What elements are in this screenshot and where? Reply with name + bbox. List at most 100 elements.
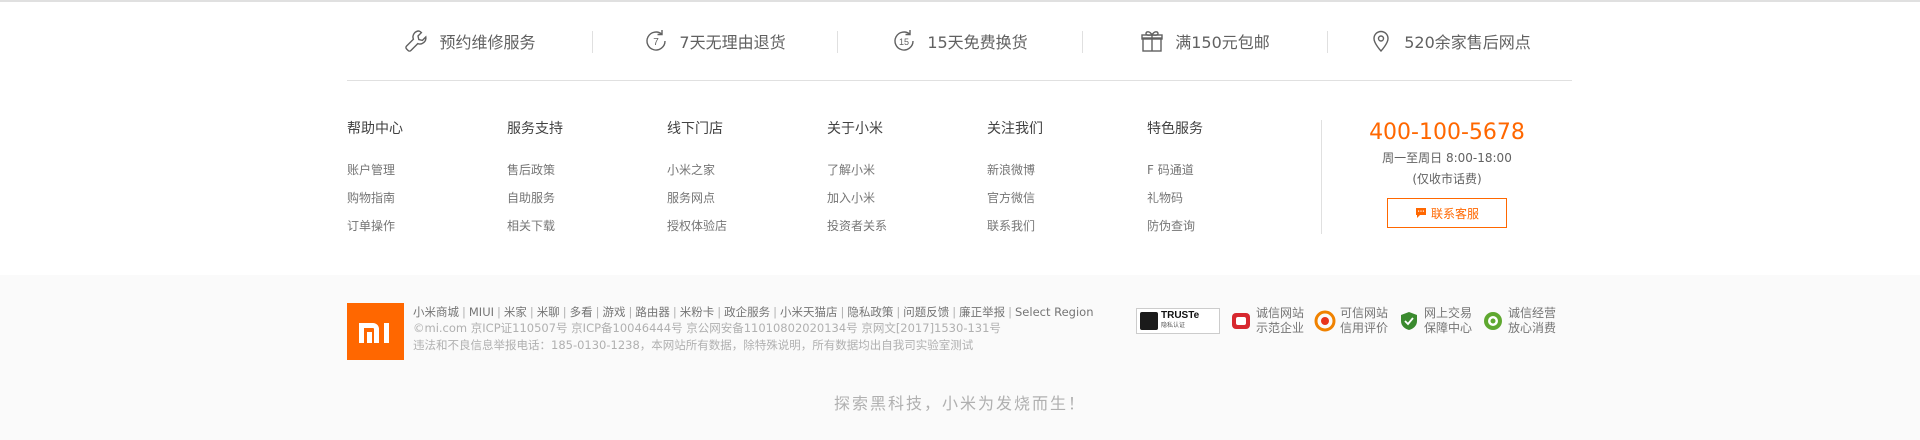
trusted-site-icon — [1314, 310, 1336, 332]
icp-license: ©mi.com 京ICP证110507号 京ICP备10046444号 京公网安… — [413, 321, 1001, 335]
link-column-special: 特色服务 F 码通道 礼物码 防伪查询 — [1147, 120, 1307, 246]
service-label: 7天无理由退货 — [679, 33, 786, 52]
service-outlets[interactable]: 520余家售后网点 — [1327, 22, 1572, 60]
badge-line: 信用评价 — [1340, 321, 1389, 335]
site-link[interactable]: 廉正举报 — [959, 305, 1005, 319]
footer-link[interactable]: 售后政策 — [507, 162, 667, 178]
footer-link[interactable]: 礼物码 — [1147, 190, 1307, 206]
badge-online-trade[interactable]: 网上交易 保障中心 — [1398, 306, 1472, 336]
service-fee-note: (仅收市话费) — [1412, 172, 1482, 186]
service-divider — [347, 80, 1572, 81]
site-links: 小米商城 | MIUI | 米家 | 米聊 | 多看 | 游戏 | 路由器 | 米粉卡 | 政企服务 | 小米天猫店… — [413, 305, 1094, 319]
badge-line: 诚信网站 — [1256, 306, 1305, 320]
footer-link[interactable]: 小米之家 — [667, 162, 827, 178]
slogan: 探索黑科技，小米为发烧而生！ — [833, 394, 1086, 413]
site-link[interactable]: 米家 — [504, 305, 527, 319]
footer-link[interactable]: 加入小米 — [827, 190, 987, 206]
site-link[interactable]: 隐私政策 — [847, 305, 893, 319]
site-link[interactable]: 政企服务 — [724, 305, 770, 319]
column-title: 关注我们 — [987, 121, 1043, 137]
contact-service-button[interactable]: 联系客服 — [1387, 198, 1507, 228]
site-link-select-region[interactable]: Select Region — [1015, 305, 1094, 319]
footer-link[interactable]: 相关下载 — [507, 218, 667, 234]
link-column-about: 关于小米 了解小米 加入小米 投资者关系 — [827, 120, 987, 246]
footer-links: 帮助中心 账户管理 购物指南 订单操作 服务支持 售后政策 自助服务 相关下载 … — [347, 120, 1307, 246]
link-column-follow: 关注我们 新浪微博 官方微信 联系我们 — [987, 120, 1147, 246]
svg-text:15: 15 — [899, 37, 909, 47]
footer-link[interactable]: 购物指南 — [347, 190, 507, 206]
footer-link[interactable]: 联系我们 — [987, 218, 1147, 234]
footer-link[interactable]: 订单操作 — [347, 218, 507, 234]
service-return[interactable]: 7 7天无理由退货 — [592, 22, 837, 60]
service-label: 满150元包邮 — [1175, 33, 1270, 52]
mi-logo[interactable] — [347, 303, 404, 360]
trust-badges: TRUSTe 隐私认证 诚信网站 示范企业 可信网站 信用评价 网上交易 保障中心 诚信… — [1136, 306, 1566, 336]
site-link[interactable]: 米聊 — [537, 305, 560, 319]
footer-link[interactable]: 新浪微博 — [987, 162, 1147, 178]
link-column-stores: 线下门店 小米之家 服务网点 授权体验店 — [667, 120, 827, 246]
site-link[interactable]: 多看 — [570, 305, 593, 319]
truste-badge[interactable]: TRUSTe 隐私认证 — [1136, 308, 1220, 334]
footer-link[interactable]: F 码通道 — [1147, 162, 1307, 178]
truste-seal-icon — [1140, 312, 1158, 330]
footer-link[interactable]: 服务网点 — [667, 190, 827, 206]
link-column-support: 服务支持 售后政策 自助服务 相关下载 — [507, 120, 667, 246]
footer-link[interactable]: 了解小米 — [827, 162, 987, 178]
footer-link[interactable]: 自助服务 — [507, 190, 667, 206]
mi-logo-icon — [358, 322, 389, 343]
contact-button-label: 联系客服 — [1430, 206, 1479, 221]
column-title: 线下门店 — [667, 121, 723, 137]
badge-line: 可信网站 — [1340, 306, 1389, 320]
chat-bubble-icon — [1415, 208, 1426, 218]
site-link[interactable]: 问题反馈 — [903, 305, 949, 319]
site-link[interactable]: 米粉卡 — [680, 305, 715, 319]
integrity-seal-icon — [1232, 313, 1250, 329]
column-title: 关于小米 — [827, 121, 883, 137]
site-link[interactable]: 游戏 — [603, 305, 626, 319]
service-label: 15天免费换货 — [927, 33, 1028, 52]
footer-bottom: 小米商城 | MIUI | 米家 | 米聊 | 多看 | 游戏 | 路由器 | 米粉卡 | 政企服务 | 小米天猫店… — [0, 275, 1920, 440]
service-bar: 预约维修服务 7 7天无理由退货 15 15天免费换货 满150元包邮 520余… — [347, 22, 1572, 60]
site-info: 小米商城 | MIUI | 米家 | 米聊 | 多看 | 游戏 | 路由器 | 米粉卡 | 政企服务 | 小米天猫店… — [413, 304, 1113, 354]
service-label: 520余家售后网点 — [1404, 33, 1531, 52]
footer-link[interactable]: 防伪查询 — [1147, 218, 1307, 234]
site-link[interactable]: 小米天猫店 — [780, 305, 838, 319]
footer-link[interactable]: 授权体验店 — [667, 218, 827, 234]
fifteen-day-exchange-icon: 15 — [894, 30, 915, 51]
hotline-number: 400-100-5678 — [1369, 120, 1525, 145]
service-label: 预约维修服务 — [439, 33, 536, 52]
shield-icon — [1401, 312, 1418, 330]
laurel-seal-icon — [1484, 312, 1503, 330]
service-repair[interactable]: 预约维修服务 — [347, 22, 592, 60]
site-link[interactable]: 小米商城 — [413, 305, 459, 319]
badge-honest-business[interactable]: 诚信经营 放心消费 — [1482, 306, 1556, 336]
contact-panel: 400-100-5678 周一至周日 8:00-18:00 (仅收市话费) 联系… — [1321, 120, 1572, 234]
location-pin-icon — [1373, 30, 1389, 53]
column-title: 帮助中心 — [347, 121, 403, 137]
truste-sub-label: 隐私认证 — [1161, 323, 1186, 329]
badge-line: 诚信经营 — [1508, 306, 1557, 320]
footer-link[interactable]: 官方微信 — [987, 190, 1147, 206]
badge-line: 网上交易 — [1424, 306, 1473, 320]
top-divider — [0, 0, 1920, 2]
report-notice: 违法和不良信息举报电话：185-0130-1238，本网站所有数据，除特殊说明，… — [413, 338, 974, 352]
footer-link[interactable]: 账户管理 — [347, 162, 507, 178]
badge-integrity-site[interactable]: 诚信网站 示范企业 — [1230, 306, 1304, 336]
badge-line: 示范企业 — [1256, 321, 1305, 335]
badge-line: 保障中心 — [1424, 321, 1473, 335]
link-column-help: 帮助中心 账户管理 购物指南 订单操作 — [347, 120, 507, 246]
site-link[interactable]: MIUI — [469, 305, 494, 319]
service-free-shipping[interactable]: 满150元包邮 — [1082, 22, 1327, 60]
site-link[interactable]: 路由器 — [635, 305, 670, 319]
footer-link[interactable]: 投资者关系 — [827, 218, 987, 234]
gift-icon — [1141, 31, 1163, 52]
column-title: 服务支持 — [507, 121, 563, 137]
svg-text:7: 7 — [654, 37, 660, 48]
seven-day-return-icon: 7 — [646, 30, 667, 51]
truste-label: TRUSTe — [1161, 310, 1200, 321]
column-title: 特色服务 — [1147, 121, 1203, 137]
wrench-icon — [405, 30, 428, 52]
badge-trusted-site[interactable]: 可信网站 信用评价 — [1314, 306, 1388, 336]
service-exchange[interactable]: 15 15天免费换货 — [837, 22, 1082, 60]
badge-line: 放心消费 — [1508, 321, 1557, 335]
